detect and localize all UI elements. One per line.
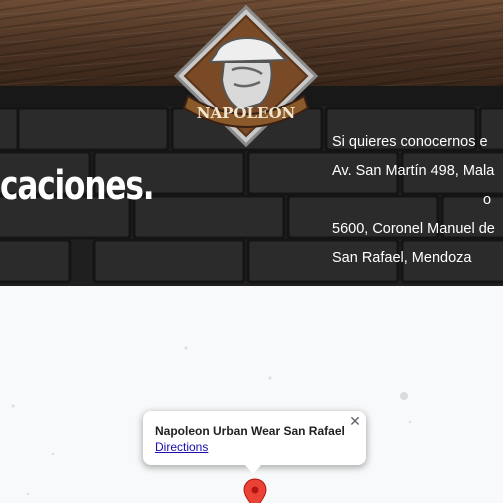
locations-intro: Si quieres conocernos e <box>332 134 488 150</box>
logo-text: NAPOLEON <box>197 104 296 122</box>
address-line-1: Av. San Martín 498, Mala <box>332 163 495 179</box>
map-marker-icon[interactable] <box>242 478 268 503</box>
map-info-window: Napoleon Urban Wear San Rafael Direction… <box>143 411 366 474</box>
close-icon[interactable]: ✕ <box>346 412 364 430</box>
address-line-2: 5600, Coronel Manuel de <box>332 221 495 237</box>
page-headline: caciones. <box>0 163 155 209</box>
napoleon-logo[interactable]: NAPOLEON <box>170 4 322 152</box>
page: caciones. Si quieres conocernos e Av. Sa… <box>0 0 503 503</box>
address-line-3: San Rafael, Mendoza <box>332 250 472 266</box>
napoleon-logo-graphic: NAPOLEON <box>173 4 319 148</box>
map-pin-icon <box>243 478 267 503</box>
place-name: Napoleon Urban Wear San Rafael <box>155 424 345 438</box>
directions-link[interactable]: Directions <box>155 440 366 454</box>
address-separator: o <box>483 192 492 208</box>
